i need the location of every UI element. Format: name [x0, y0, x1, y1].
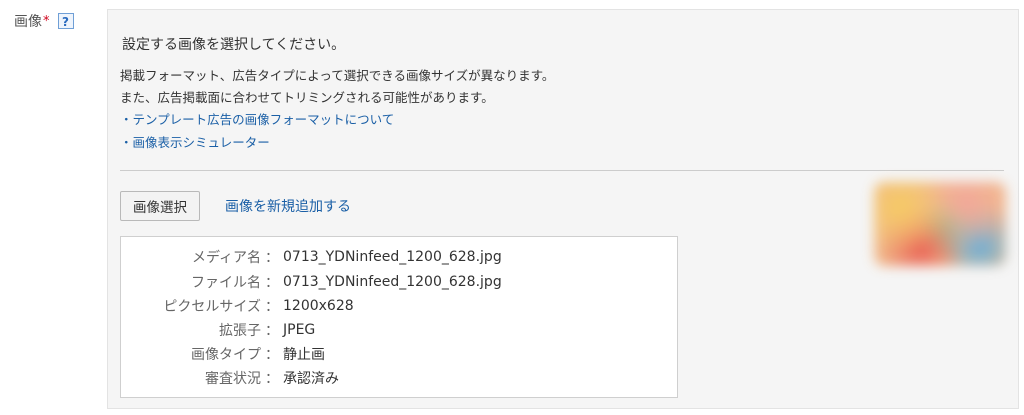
- detail-label: ファイル名: [191, 275, 261, 291]
- image-simulator-link[interactable]: ・画像表示シミュレーター: [120, 132, 270, 151]
- instruction-title: 設定する画像を選択してください。: [122, 37, 346, 53]
- detail-value: 0713_YDNinfeed_1200_628.jpg: [283, 249, 502, 265]
- detail-separator: ：: [265, 299, 279, 315]
- detail-row-pixel-size: ピクセルサイズ ： 1200x628: [121, 295, 354, 317]
- detail-label: 審査状況: [205, 371, 261, 387]
- field-label: 画像 * ?: [14, 11, 74, 31]
- detail-separator: ：: [265, 250, 279, 266]
- detail-separator: ：: [265, 371, 279, 387]
- divider: [120, 170, 1004, 171]
- detail-row-media-name: メディア名 ： 0713_YDNinfeed_1200_628.jpg: [121, 246, 502, 268]
- detail-value: 承認済み: [283, 371, 339, 387]
- detail-row-image-type: 画像タイプ ： 静止画: [121, 343, 325, 365]
- image-details-box: メディア名 ： 0713_YDNinfeed_1200_628.jpg ファイル…: [120, 236, 678, 398]
- instruction-line-trimming: また、広告掲載面に合わせてトリミングされる可能性があります。: [120, 90, 494, 105]
- detail-value: 0713_YDNinfeed_1200_628.jpg: [283, 274, 502, 290]
- detail-row-file-name: ファイル名 ： 0713_YDNinfeed_1200_628.jpg: [121, 271, 502, 293]
- detail-value: JPEG: [283, 322, 316, 338]
- detail-separator: ：: [265, 323, 279, 339]
- add-new-image-link[interactable]: 画像を新規追加する: [225, 196, 351, 216]
- detail-value: 1200x628: [283, 298, 354, 314]
- template-format-link[interactable]: ・テンプレート広告の画像フォーマットについて: [120, 109, 394, 128]
- detail-label: ピクセルサイズ: [163, 299, 261, 315]
- required-mark: *: [43, 13, 50, 29]
- detail-label: 画像タイプ: [191, 347, 261, 363]
- instruction-line-format: 掲載フォーマット、広告タイプによって選択できる画像サイズが異なります。: [120, 68, 555, 83]
- detail-row-extension: 拡張子 ： JPEG: [121, 319, 315, 341]
- detail-separator: ：: [265, 275, 279, 291]
- detail-label: 拡張子: [219, 323, 261, 339]
- detail-row-review-status: 審査状況 ： 承認済み: [121, 367, 339, 389]
- detail-label: メディア名: [191, 250, 261, 266]
- field-label-text: 画像: [14, 14, 42, 30]
- detail-separator: ：: [265, 347, 279, 363]
- detail-value: 静止画: [283, 347, 325, 363]
- image-settings-panel: 設定する画像を選択してください。 掲載フォーマット、広告タイプによって選択できる…: [107, 9, 1019, 409]
- help-icon[interactable]: ?: [57, 13, 74, 29]
- image-thumbnail: [874, 182, 1006, 266]
- select-image-button[interactable]: 画像選択: [120, 191, 200, 221]
